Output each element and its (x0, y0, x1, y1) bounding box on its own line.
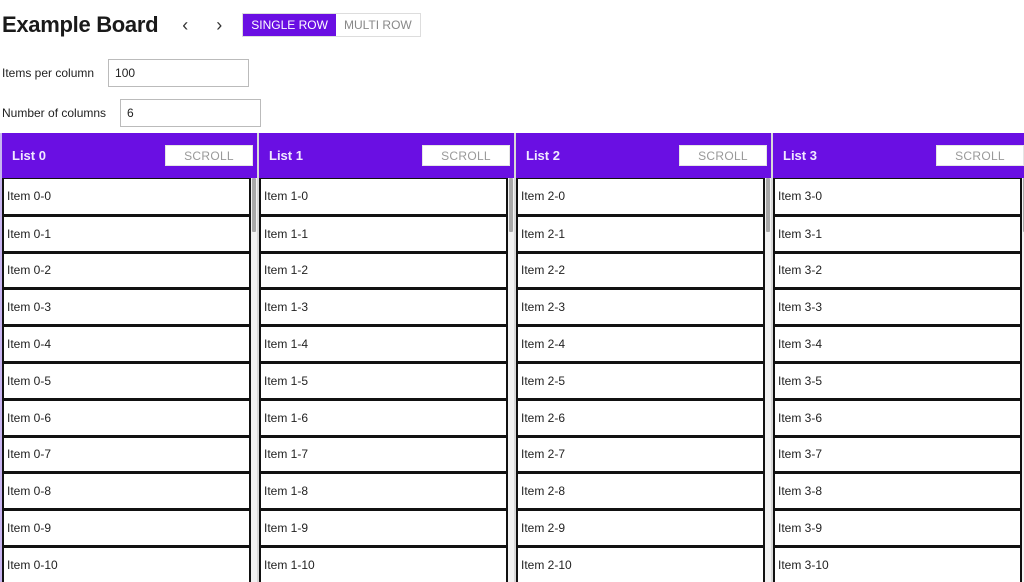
list-item[interactable]: Item 2-7 (516, 435, 765, 473)
scroll-button[interactable]: SCROLL (422, 145, 510, 166)
scrollbar-thumb[interactable] (766, 178, 770, 232)
view-mode-toggle: SINGLE ROW MULTI ROW (242, 13, 421, 37)
list-item[interactable]: Item 0-8 (2, 472, 251, 510)
list-item[interactable]: Item 3-5 (773, 361, 1022, 399)
board-header: Example Board ‹ › SINGLE ROW MULTI ROW (2, 8, 421, 42)
list-body: Item 3-0 Item 3-1 Item 3-2 Item 3-3 Item 3-4… (773, 178, 1024, 582)
list-title: List 3 (783, 148, 817, 163)
list-item[interactable]: Item 3-1 (773, 214, 1022, 252)
list-item[interactable]: Item 1-9 (259, 509, 508, 546)
items-per-column-input[interactable] (108, 59, 250, 87)
list-item[interactable]: Item 2-8 (516, 472, 765, 510)
list-item[interactable]: Item 0-1 (2, 214, 251, 252)
list-item[interactable]: Item 0-9 (2, 509, 251, 546)
list-item[interactable]: Item 0-10 (2, 545, 251, 582)
list-header: List 2 SCROLL (516, 133, 771, 178)
list-item[interactable]: Item 3-0 (773, 178, 1022, 215)
list-item[interactable]: Item 1-10 (259, 545, 508, 582)
list-item[interactable]: Item 3-3 (773, 288, 1022, 326)
list-column: List 2 SCROLL Item 2-0 Item 2-1 Item 2-2 Item… (514, 133, 771, 582)
scroll-button[interactable]: SCROLL (165, 145, 253, 166)
previous-button[interactable]: ‹ (170, 10, 200, 40)
board: List 0 SCROLL Item 0-0 Item 0-1 Item 0-2 Item… (0, 133, 1024, 582)
list-item[interactable]: Item 3-9 (773, 509, 1022, 546)
list-title: List 2 (526, 148, 560, 163)
scroll-button[interactable]: SCROLL (936, 145, 1024, 166)
list-item[interactable]: Item 2-1 (516, 214, 765, 252)
list-item[interactable]: Item 1-7 (259, 435, 508, 473)
scrollbar-thumb[interactable] (252, 178, 256, 232)
list-item[interactable]: Item 1-4 (259, 325, 508, 362)
scrollbar-thumb[interactable] (509, 178, 513, 232)
number-of-columns-input[interactable] (120, 99, 262, 127)
list-item[interactable]: Item 2-0 (516, 178, 765, 215)
multi-row-button[interactable]: MULTI ROW (335, 14, 420, 36)
list-item[interactable]: Item 2-3 (516, 288, 765, 326)
list-body: Item 0-0 Item 0-1 Item 0-2 Item 0-3 Item 0-4… (2, 178, 257, 582)
list-header: List 0 SCROLL (2, 133, 257, 178)
list-item[interactable]: Item 3-8 (773, 472, 1022, 510)
list-item[interactable]: Item 3-10 (773, 545, 1022, 582)
list-item[interactable]: Item 3-4 (773, 325, 1022, 362)
list-item[interactable]: Item 2-10 (516, 545, 765, 582)
list-item[interactable]: Item 3-2 (773, 251, 1022, 289)
list-column: List 3 SCROLL Item 3-0 Item 3-1 Item 3-2 Item… (771, 133, 1024, 582)
list-item[interactable]: Item 0-4 (2, 325, 251, 362)
number-of-columns-row: Number of columns (2, 99, 262, 127)
list-item[interactable]: Item 2-9 (516, 509, 765, 546)
list-item[interactable]: Item 1-6 (259, 398, 508, 436)
list-item[interactable]: Item 1-5 (259, 361, 508, 399)
list-item[interactable]: Item 0-5 (2, 361, 251, 399)
chevron-right-icon: › (216, 14, 223, 35)
items-per-column-row: Items per column (2, 59, 250, 87)
item-list: Item 1-0 Item 1-1 Item 1-2 Item 1-3 Item 1-4… (259, 178, 508, 582)
item-list: Item 0-0 Item 0-1 Item 0-2 Item 0-3 Item 0-4… (2, 178, 251, 582)
chevron-left-icon: ‹ (182, 14, 189, 35)
list-item[interactable]: Item 2-5 (516, 361, 765, 399)
scroll-button[interactable]: SCROLL (679, 145, 767, 166)
list-item[interactable]: Item 0-7 (2, 435, 251, 473)
list-item[interactable]: Item 1-2 (259, 251, 508, 289)
list-item[interactable]: Item 1-1 (259, 214, 508, 252)
list-body: Item 1-0 Item 1-1 Item 1-2 Item 1-3 Item 1-4… (259, 178, 514, 582)
items-per-column-label: Items per column (2, 66, 95, 80)
list-header: List 3 SCROLL (773, 133, 1024, 178)
list-column: List 1 SCROLL Item 1-0 Item 1-1 Item 1-2 Item… (257, 133, 514, 582)
list-item[interactable]: Item 0-6 (2, 398, 251, 436)
list-item[interactable]: Item 1-0 (259, 178, 508, 215)
page-title: Example Board (2, 12, 159, 37)
list-item[interactable]: Item 2-4 (516, 325, 765, 362)
number-of-columns-label: Number of columns (2, 106, 107, 120)
list-item[interactable]: Item 2-2 (516, 251, 765, 289)
item-list: Item 2-0 Item 2-1 Item 2-2 Item 2-3 Item 2-4… (516, 178, 765, 582)
list-body: Item 2-0 Item 2-1 Item 2-2 Item 2-3 Item 2-4… (516, 178, 771, 582)
list-title: List 0 (12, 148, 46, 163)
list-item[interactable]: Item 1-3 (259, 288, 508, 326)
next-button[interactable]: › (204, 10, 234, 40)
list-item[interactable]: Item 0-3 (2, 288, 251, 326)
list-item[interactable]: Item 1-8 (259, 472, 508, 510)
list-header: List 1 SCROLL (259, 133, 514, 178)
list-item[interactable]: Item 2-6 (516, 398, 765, 436)
list-column: List 0 SCROLL Item 0-0 Item 0-1 Item 0-2 Item… (0, 133, 257, 582)
list-item[interactable]: Item 0-2 (2, 251, 251, 289)
list-item[interactable]: Item 0-0 (2, 178, 251, 215)
single-row-button[interactable]: SINGLE ROW (243, 14, 336, 36)
item-list: Item 3-0 Item 3-1 Item 3-2 Item 3-3 Item 3-4… (773, 178, 1022, 582)
list-title: List 1 (269, 148, 303, 163)
list-item[interactable]: Item 3-6 (773, 398, 1022, 436)
list-item[interactable]: Item 3-7 (773, 435, 1022, 473)
